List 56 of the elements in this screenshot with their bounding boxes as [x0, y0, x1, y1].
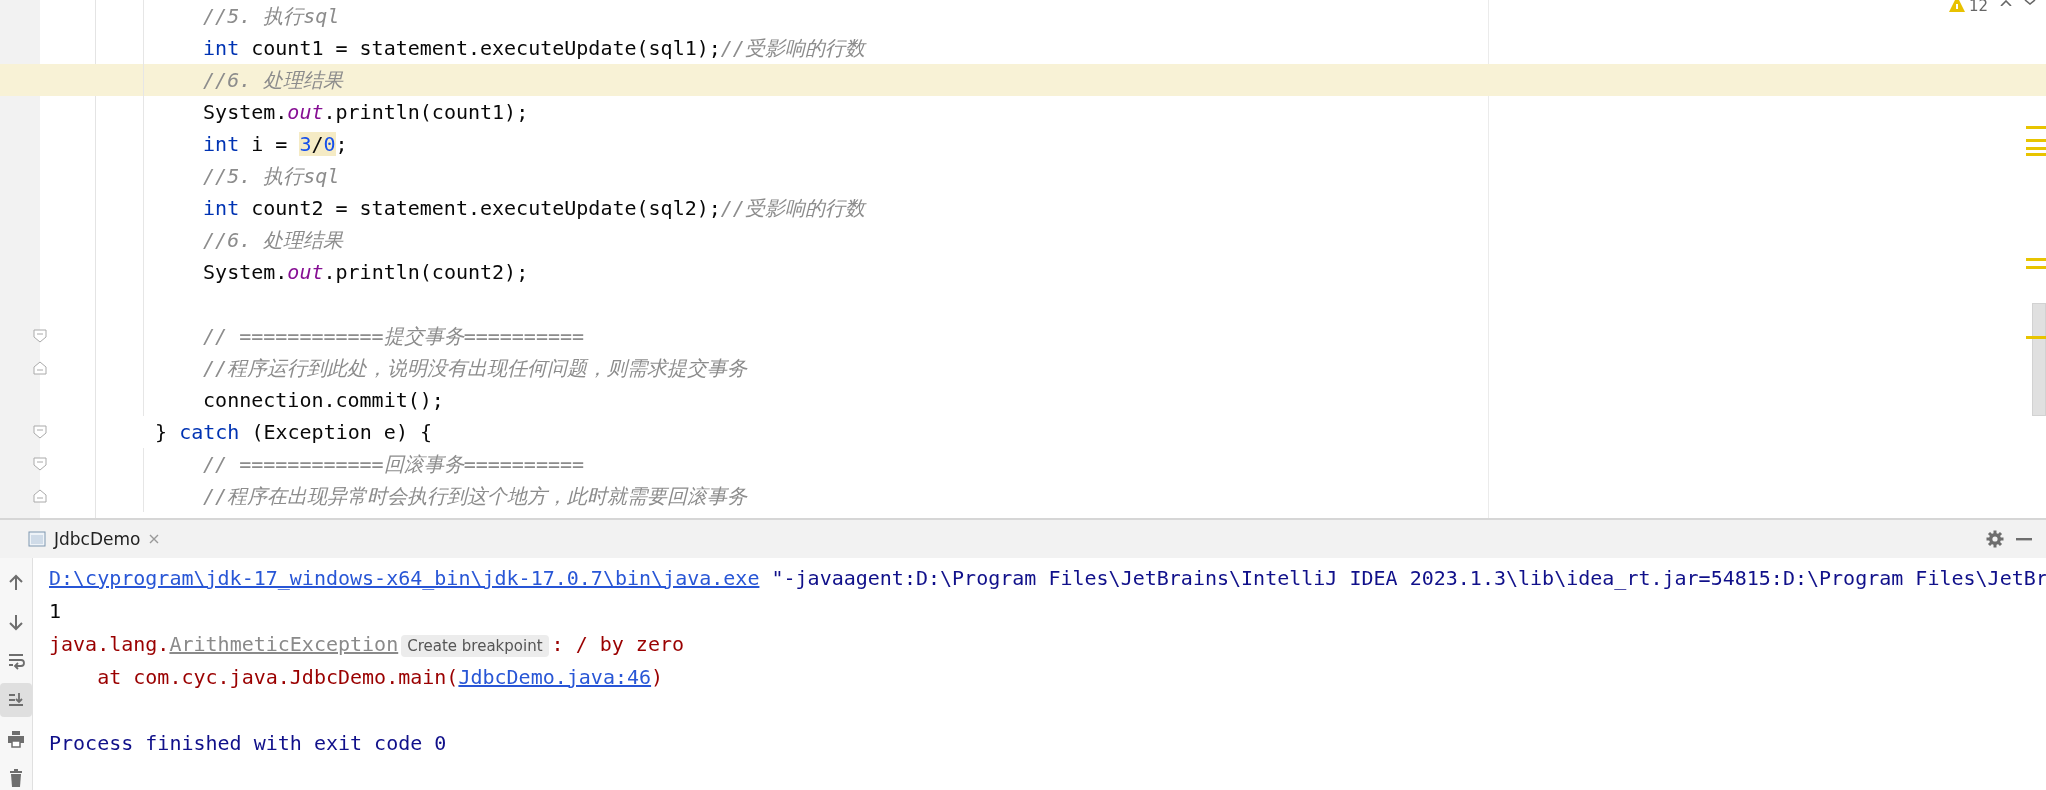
exception-link[interactable]: ArithmeticException [169, 632, 399, 656]
keyword-text: int [203, 36, 240, 60]
keyword-text: int [203, 196, 240, 220]
down-icon [7, 613, 25, 631]
code-text: ; [335, 132, 348, 156]
comment-text: // ============回滚事务========== [203, 452, 585, 476]
code-text: System. [203, 260, 288, 284]
close-icon[interactable] [148, 533, 161, 545]
scrollbar-thumb[interactable] [2032, 303, 2046, 416]
scroll-end-button[interactable] [0, 683, 32, 717]
comment-text: //程序运行到此处，说明没有出现任何问题，则需求提交事务 [203, 356, 748, 380]
error-text: ) [651, 665, 664, 689]
code-text: i = [250, 132, 289, 156]
next-icon[interactable] [2024, 0, 2036, 5]
print-icon [7, 730, 25, 748]
code-text: / [311, 132, 324, 156]
code-text: connection.commit(); [203, 388, 444, 412]
code-text: .println(count1); [323, 100, 529, 124]
keyword-text: catch [179, 420, 240, 444]
comment-text: // ============提交事务========== [203, 324, 585, 348]
code-text: .println(count2); [323, 260, 529, 284]
comment-text: //受影响的行数 [720, 36, 865, 60]
comment-text: //5. 执行sql [203, 164, 340, 188]
error-text: : / by zero [551, 632, 684, 656]
create-breakpoint-hint[interactable]: Create breakpoint [401, 635, 549, 657]
previous-icon[interactable] [2000, 0, 2012, 6]
field-text: out [287, 260, 324, 284]
comment-text: //6. 处理结果 [203, 68, 344, 92]
settings-icon[interactable] [1986, 530, 2004, 548]
code-text: (Exception e) { [250, 420, 432, 444]
comment-text: //5. 执行sql [203, 4, 340, 28]
console-text: 1 [49, 599, 62, 623]
up-icon [7, 574, 25, 592]
console-icon [28, 531, 46, 547]
code-text: count1 = statement.executeUpdate(sql1); [250, 36, 721, 60]
warning-count: 12 [1968, 0, 1988, 12]
scroll-end-icon [7, 691, 25, 709]
comment-text: //受影响的行数 [720, 196, 865, 220]
number-text: 3 [299, 132, 312, 156]
keyword-text: int [203, 132, 240, 156]
field-text: out [287, 100, 324, 124]
code-text: } [155, 420, 169, 444]
comment-text: //程序在出现异常时会执行到这个地方，此时就需要回滚事务 [203, 484, 748, 508]
code-text: System. [203, 100, 288, 124]
wrap-icon [7, 652, 25, 670]
minimize-icon[interactable] [2016, 537, 2032, 541]
number-text: 0 [323, 132, 336, 156]
error-text: at com.cyc.java.JdbcDemo.main( [96, 665, 459, 689]
error-text: java.lang. [49, 632, 170, 656]
comment-text: //6. 处理结果 [203, 228, 344, 252]
run-tab[interactable]: JdbcDemo [0, 520, 171, 558]
trash-icon [7, 769, 25, 787]
code-text: count2 = statement.executeUpdate(sql2); [250, 196, 721, 220]
console-link[interactable]: D:\cyprogram\jdk-17_windows-x64_bin\jdk-17.0.7\bin\java.exe [49, 566, 760, 590]
console-text: Process finished with exit code 0 [49, 731, 447, 755]
console-link[interactable]: JdbcDemo.java:46 [458, 665, 652, 689]
